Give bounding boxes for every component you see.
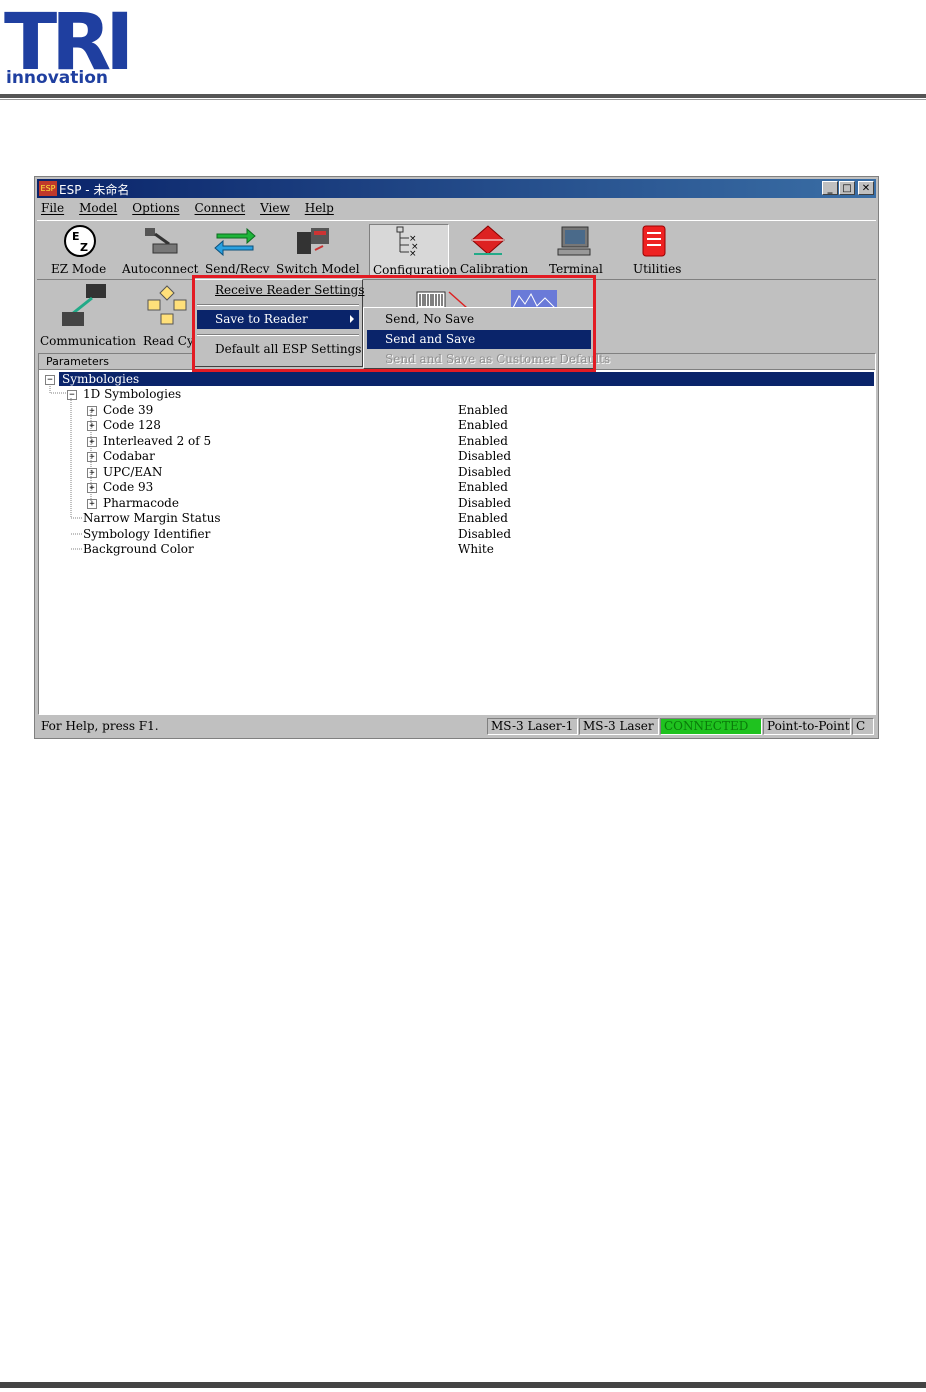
svg-text:E: E xyxy=(72,230,80,243)
tree-node-interleaved-2-of-5[interactable]: Interleaved 2 of 5 xyxy=(103,434,211,450)
send-recv-button[interactable]: Send/Recv xyxy=(203,224,270,278)
value-symbology-identifier: Disabled xyxy=(458,527,512,541)
communication-button[interactable]: Communication xyxy=(39,282,136,348)
value-code93: Enabled xyxy=(458,480,508,494)
status-model2: MS-3 Laser xyxy=(579,718,659,735)
value-interleaved-2-of-5: Enabled xyxy=(458,434,508,448)
status-mode: Point-to-Point xyxy=(763,718,851,735)
value-code128: Enabled xyxy=(458,418,508,432)
menu-bar: File Model Options Connect View Help xyxy=(39,199,347,219)
cable-connector-icon xyxy=(145,228,178,254)
utilities-button[interactable]: Utilities xyxy=(619,224,689,278)
esp-app-icon: ESP xyxy=(39,181,57,196)
configuration-button[interactable]: × × × Configuration xyxy=(369,224,457,278)
configuration-tree-icon: × × × xyxy=(396,226,419,258)
header-rule-thin xyxy=(0,99,926,100)
ez-mode-button[interactable]: E Z EZ Mode xyxy=(45,224,115,278)
value-code39: Enabled xyxy=(458,403,508,417)
title-bar[interactable]: ESP ESP - 未命名 _ □ ✕ xyxy=(37,179,876,198)
logo-tagline: innovation xyxy=(6,68,108,88)
utilities-label: Utilities xyxy=(633,262,682,276)
calibration-button[interactable]: Calibration xyxy=(453,224,528,278)
utilities-toolbox-icon xyxy=(642,225,666,257)
value-narrow-margin-status: Enabled xyxy=(458,511,508,525)
status-model1: MS-3 Laser-1 xyxy=(487,718,578,735)
value-background-color: White xyxy=(458,542,494,556)
status-help: For Help, press F1. xyxy=(41,719,159,733)
close-button[interactable]: ✕ xyxy=(858,181,874,195)
red-highlight-box xyxy=(192,275,596,372)
status-extra: C xyxy=(852,718,874,735)
menu-file[interactable]: File xyxy=(39,199,66,217)
tree-connector-lines xyxy=(49,384,92,550)
switch-model-icon xyxy=(297,228,329,254)
status-connected-badge: CONNECTED xyxy=(660,718,762,735)
read-cycle-button[interactable]: Read Cyc xyxy=(137,282,200,348)
menu-view[interactable]: View xyxy=(258,199,292,217)
window-title: ESP - 未命名 xyxy=(59,183,130,197)
menu-help[interactable]: Help xyxy=(303,199,336,217)
selected-row-highlight xyxy=(59,372,874,386)
communication-devices-icon xyxy=(62,284,106,326)
send-recv-arrows-icon xyxy=(214,227,256,257)
parameters-panel: Parameters − Symbologies − 1D Symbologie… xyxy=(38,353,876,715)
ez-mode-label: EZ Mode xyxy=(51,262,107,276)
status-bar: For Help, press F1. MS-3 Laser-1 MS-3 La… xyxy=(37,716,876,737)
autoconnect-label: Autoconnect xyxy=(122,262,199,276)
minimize-button[interactable]: _ xyxy=(822,181,838,195)
ez-mode-icon: E Z xyxy=(64,225,96,257)
footer-rule xyxy=(0,1382,926,1388)
svg-text:Z: Z xyxy=(80,241,88,254)
main-toolbar: E Z EZ Mode Autoconnect Send/Recv Switch… xyxy=(37,220,876,280)
menu-model[interactable]: Model xyxy=(77,199,119,217)
svg-text:×: × xyxy=(409,249,417,258)
communication-label: Communication xyxy=(40,334,136,348)
read-cycle-flow-icon xyxy=(147,285,187,325)
autoconnect-button[interactable]: Autoconnect xyxy=(119,224,199,278)
switch-model-button[interactable]: Switch Model xyxy=(273,224,360,278)
calibration-laser-icon xyxy=(471,225,505,255)
esp-window: ESP ESP - 未命名 _ □ ✕ File Model Options Conn… xyxy=(34,176,879,739)
switch-model-label: Switch Model xyxy=(276,262,360,276)
header-rule xyxy=(0,94,926,98)
send-recv-label: Send/Recv xyxy=(205,262,270,276)
value-upc-ean: Disabled xyxy=(458,465,512,479)
value-codabar: Disabled xyxy=(458,449,512,463)
value-pharmacode: Disabled xyxy=(458,496,512,510)
maximize-button[interactable]: □ xyxy=(839,181,855,195)
terminal-label: Terminal xyxy=(549,262,603,276)
menu-options[interactable]: Options xyxy=(130,199,181,217)
terminal-monitor-icon xyxy=(557,226,591,256)
calibration-label: Calibration xyxy=(460,262,529,276)
menu-connect[interactable]: Connect xyxy=(193,199,248,217)
terminal-button[interactable]: Terminal xyxy=(539,224,609,278)
